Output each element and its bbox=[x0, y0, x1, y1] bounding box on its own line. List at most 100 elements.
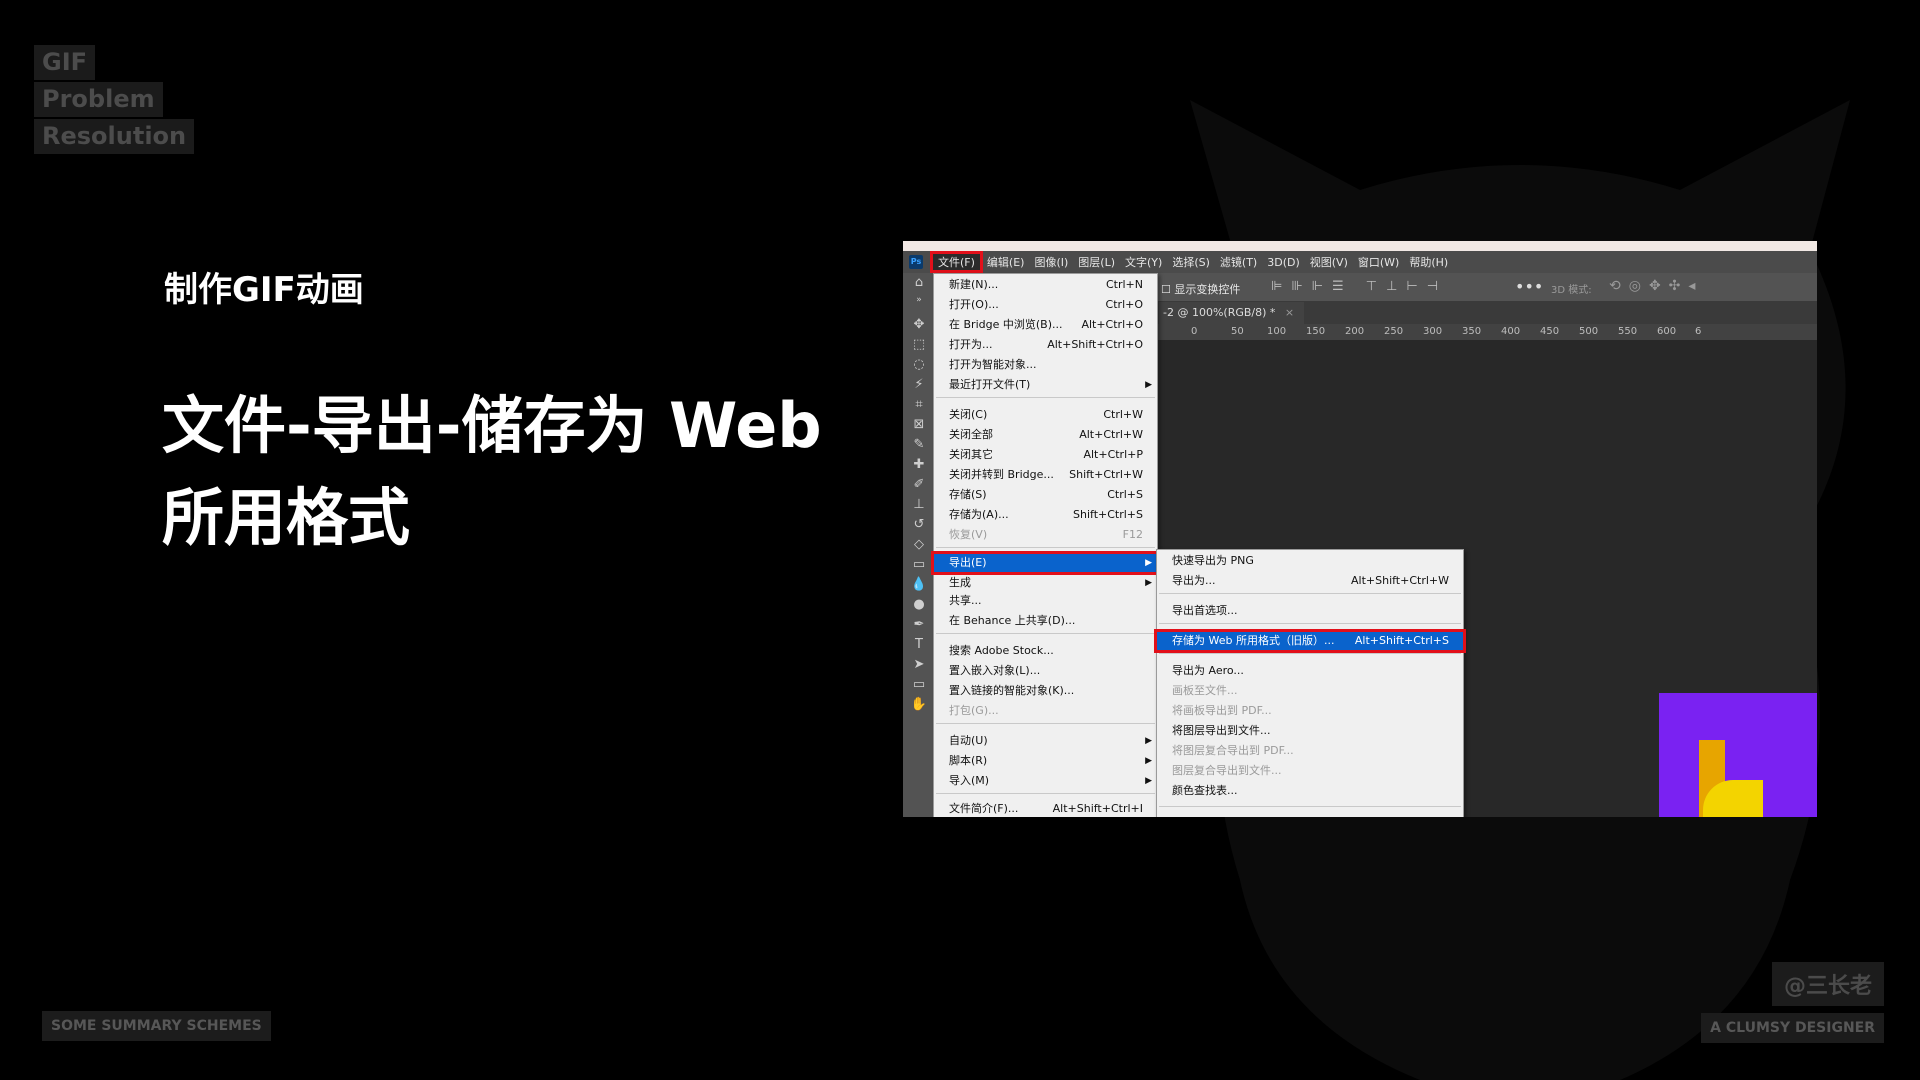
rectangle-tool-icon[interactable]: ▭ bbox=[903, 677, 935, 692]
file-menu-item[interactable]: 生成 ▶ bbox=[934, 574, 1157, 592]
file-menu-item[interactable]: 共享... bbox=[934, 592, 1157, 610]
menu-image[interactable]: 图像(I) bbox=[1029, 254, 1073, 270]
menu-item-shortcut: Alt+Ctrl+W bbox=[1079, 428, 1143, 441]
menu-type[interactable]: 文字(Y) bbox=[1120, 254, 1167, 270]
blur-tool-icon[interactable]: 💧 bbox=[903, 577, 935, 592]
submenu-arrow-icon: ▶ bbox=[1145, 776, 1152, 786]
file-menu-item[interactable]: 导入(M) ▶ bbox=[934, 772, 1157, 790]
menu-separator bbox=[1159, 623, 1461, 624]
ruler-tick: 600 bbox=[1657, 326, 1677, 337]
eraser-tool-icon[interactable]: ◇ bbox=[903, 537, 935, 552]
healing-brush-tool-icon[interactable]: ✚ bbox=[903, 457, 935, 472]
top-strip bbox=[903, 241, 1817, 251]
menu-edit[interactable]: 编辑(E) bbox=[982, 254, 1030, 270]
more-options-icon[interactable]: ••• bbox=[1515, 277, 1543, 296]
tag-gif: GIF bbox=[34, 45, 96, 80]
home-icon[interactable]: ⌂ bbox=[903, 275, 935, 290]
show-transform-controls-checkbox[interactable]: ☐ 显示变换控件 bbox=[1161, 281, 1240, 297]
export-menu-item[interactable]: 导出为 Aero... bbox=[1157, 662, 1463, 680]
menu-item-label: 画板至文件... bbox=[1172, 684, 1238, 697]
ruler-tick: 450 bbox=[1540, 326, 1560, 337]
file-menu-item[interactable]: 在 Behance 上共享(D)... bbox=[934, 612, 1157, 630]
menu-separator bbox=[936, 547, 1155, 548]
frame-tool-icon[interactable]: ⊠ bbox=[903, 417, 935, 432]
file-menu-item-export[interactable]: 导出(E) ▶ bbox=[931, 551, 1160, 575]
ps-logo-icon: Ps bbox=[909, 255, 923, 269]
file-menu-item[interactable]: 置入嵌入对象(L)... bbox=[934, 662, 1157, 680]
file-menu-item[interactable]: 关闭其它 Alt+Ctrl+P bbox=[934, 446, 1157, 464]
marquee-tool-icon[interactable]: ⬚ bbox=[903, 337, 935, 352]
menu-item-label: 关闭(C) bbox=[949, 408, 988, 421]
menu-view[interactable]: 视图(V) bbox=[1305, 254, 1353, 270]
type-tool-icon[interactable]: T bbox=[903, 637, 935, 652]
expand-panel-icon[interactable]: » bbox=[903, 295, 935, 305]
3d-mode-label: 3D 模式: bbox=[1551, 285, 1592, 296]
file-menu-item[interactable]: 自动(U) ▶ bbox=[934, 732, 1157, 750]
file-menu-item[interactable]: 关闭全部 Alt+Ctrl+W bbox=[934, 426, 1157, 444]
path-selection-tool-icon[interactable]: ➤ bbox=[903, 657, 935, 672]
gradient-tool-icon[interactable]: ▭ bbox=[903, 557, 935, 572]
file-menu-item[interactable]: 在 Bridge 中浏览(B)... Alt+Ctrl+O bbox=[934, 316, 1157, 334]
file-menu-item[interactable]: 存储为(A)... Shift+Ctrl+S bbox=[934, 506, 1157, 524]
submenu-arrow-icon: ▶ bbox=[1145, 756, 1152, 766]
menu-item-label: 最近打开文件(T) bbox=[949, 378, 1031, 391]
export-menu-item[interactable]: 导出首选项... bbox=[1157, 602, 1463, 620]
menu-filter[interactable]: 滤镜(T) bbox=[1215, 254, 1262, 270]
file-menu-item: 打包(G)... bbox=[934, 702, 1157, 720]
export-menu-item-save-for-web[interactable]: 存储为 Web 所用格式（旧版）... Alt+Shift+Ctrl+S bbox=[1154, 629, 1466, 653]
3d-mode-icons[interactable]: ⟲◎✥✣◂ bbox=[1609, 278, 1703, 294]
brush-tool-icon[interactable]: ✐ bbox=[903, 477, 935, 492]
menu-select[interactable]: 选择(S) bbox=[1167, 254, 1215, 270]
menu-layer[interactable]: 图层(L) bbox=[1073, 254, 1120, 270]
menu-help[interactable]: 帮助(H) bbox=[1404, 254, 1453, 270]
file-menu-item[interactable]: 置入链接的智能对象(K)... bbox=[934, 682, 1157, 700]
file-menu-item[interactable]: 文件简介(F)... Alt+Shift+Ctrl+I bbox=[934, 800, 1157, 817]
export-menu-item[interactable]: 导出为... Alt+Shift+Ctrl+W bbox=[1157, 572, 1463, 590]
pen-tool-icon[interactable]: ✒ bbox=[903, 617, 935, 632]
ruler-tick: 150 bbox=[1306, 326, 1326, 337]
crop-tool-icon[interactable]: ⌗ bbox=[903, 397, 935, 412]
file-menu-item[interactable]: 新建(N)... Ctrl+N bbox=[934, 276, 1157, 294]
menu-item-shortcut: Alt+Shift+Ctrl+I bbox=[1052, 802, 1143, 815]
ruler-tick: 550 bbox=[1618, 326, 1638, 337]
file-menu-item[interactable]: 打开为智能对象... bbox=[934, 356, 1157, 374]
document-tab[interactable]: -2 @ 100%(RGB/8) * × bbox=[1159, 302, 1305, 324]
file-menu-item[interactable]: 最近打开文件(T) ▶ bbox=[934, 376, 1157, 394]
menu-item-label: 图层复合导出到文件... bbox=[1172, 764, 1282, 777]
eyedropper-tool-icon[interactable]: ✎ bbox=[903, 437, 935, 452]
file-menu-item[interactable]: 关闭并转到 Bridge... Shift+Ctrl+W bbox=[934, 466, 1157, 484]
file-menu-item[interactable]: 存储(S) Ctrl+S bbox=[934, 486, 1157, 504]
menu-3d[interactable]: 3D(D) bbox=[1262, 256, 1305, 269]
show-transform-controls-label: 显示变换控件 bbox=[1174, 283, 1241, 296]
dodge-tool-icon[interactable]: ● bbox=[903, 597, 935, 612]
menu-item-label: 将图层复合导出到 PDF... bbox=[1172, 744, 1294, 757]
export-menu-item[interactable]: 将图层导出到文件... bbox=[1157, 722, 1463, 740]
export-menu-item[interactable]: 颜色查找表... bbox=[1157, 782, 1463, 800]
menu-item-label: 恢复(V) bbox=[949, 528, 988, 541]
menu-file[interactable]: 文件(F) bbox=[930, 251, 983, 273]
menu-item-label: 导出为... bbox=[1172, 574, 1216, 587]
history-brush-tool-icon[interactable]: ↺ bbox=[903, 517, 935, 532]
menu-item-label: 打开为智能对象... bbox=[949, 358, 1037, 371]
export-menu-item: 画板至文件... bbox=[1157, 682, 1463, 700]
align-icons[interactable]: ⊫⊪⊩☰ ⊤⊥⊢⊣ bbox=[1271, 279, 1447, 294]
magic-wand-tool-icon[interactable]: ⚡ bbox=[903, 377, 935, 392]
menu-item-shortcut: Shift+Ctrl+W bbox=[1069, 468, 1143, 481]
stamp-tool-icon[interactable]: ⊥ bbox=[903, 497, 935, 512]
close-icon[interactable]: × bbox=[1285, 306, 1294, 319]
tools-panel: ⌂ » ✥ ⬚ ◌ ⚡ ⌗ ⊠ ✎ ✚ ✐ ⊥ ↺ ◇ ▭ 💧 ● ✒ T ➤ … bbox=[903, 273, 936, 817]
file-menu-item[interactable]: 关闭(C) Ctrl+W bbox=[934, 406, 1157, 424]
ps-menubar: Ps 文件(F) 编辑(E) 图像(I) 图层(L) 文字(Y) 选择(S) 滤… bbox=[903, 251, 1817, 273]
file-menu-item[interactable]: 打开为... Alt+Shift+Ctrl+O bbox=[934, 336, 1157, 354]
ruler-tick: 300 bbox=[1423, 326, 1443, 337]
menu-window[interactable]: 窗口(W) bbox=[1353, 254, 1404, 270]
file-menu-item[interactable]: 搜索 Adobe Stock... bbox=[934, 642, 1157, 660]
hand-tool-icon[interactable]: ✋ bbox=[903, 697, 935, 712]
export-menu-item[interactable]: 快速导出为 PNG bbox=[1157, 552, 1463, 570]
file-menu-item[interactable]: 打开(O)... Ctrl+O bbox=[934, 296, 1157, 314]
file-menu-item[interactable]: 脚本(R) ▶ bbox=[934, 752, 1157, 770]
photoshop-screenshot: Ps 文件(F) 编辑(E) 图像(I) 图层(L) 文字(Y) 选择(S) 滤… bbox=[903, 241, 1817, 817]
menu-item-shortcut: Ctrl+O bbox=[1105, 298, 1143, 311]
lasso-tool-icon[interactable]: ◌ bbox=[903, 357, 935, 372]
move-tool-icon[interactable]: ✥ bbox=[903, 317, 935, 332]
